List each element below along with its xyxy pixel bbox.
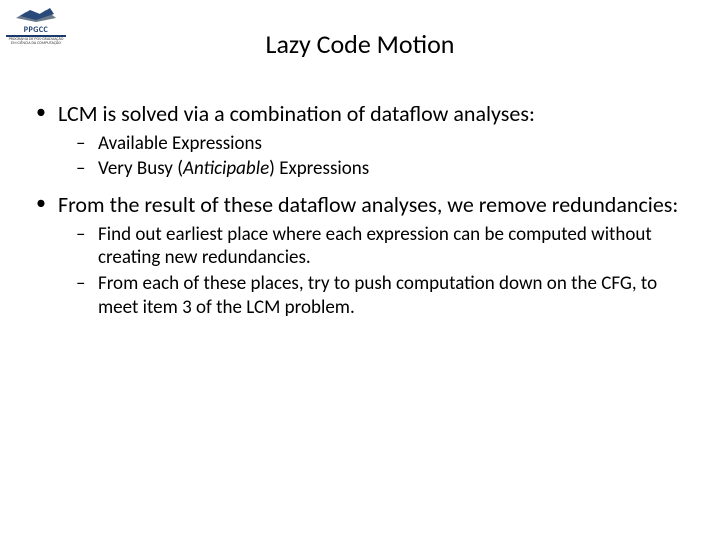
slide-title: Lazy Code Motion (0, 28, 720, 60)
sub-text: Find out earliest place where each expre… (98, 223, 652, 270)
slide-body: LCM is solved via a combination of dataf… (30, 100, 690, 330)
bullet-list: LCM is solved via a combination of dataf… (30, 100, 690, 320)
sub-text: Available Expressions (98, 132, 262, 155)
sub-item: From each of these places, try to push c… (58, 272, 690, 320)
sub-list: Available Expressions Very Busy (Anticip… (58, 132, 690, 182)
bullet-item: From the result of these dataflow analys… (30, 191, 690, 320)
sub-item: Find out earliest place where each expre… (58, 223, 690, 271)
slide: PPGCC PROGRAMA DE PÓS-GRADUAÇÃO EM CIÊNC… (0, 0, 720, 540)
bullet-text: LCM is solved via a combination of dataf… (58, 100, 535, 127)
bullet-text: From the result of these dataflow analys… (58, 191, 678, 218)
sub-text-suffix: ) Expressions (269, 157, 369, 180)
sub-text-prefix: Very Busy ( (98, 157, 183, 180)
sub-text-ital: Anticipable (183, 157, 269, 180)
sub-item: Available Expressions (58, 132, 690, 156)
sub-list: Find out earliest place where each expre… (58, 223, 690, 320)
bullet-item: LCM is solved via a combination of dataf… (30, 100, 690, 181)
sub-item: Very Busy (Anticipable) Expressions (58, 157, 690, 181)
sub-text: From each of these places, try to push c… (98, 272, 657, 319)
logo-bird-icon (14, 4, 58, 24)
